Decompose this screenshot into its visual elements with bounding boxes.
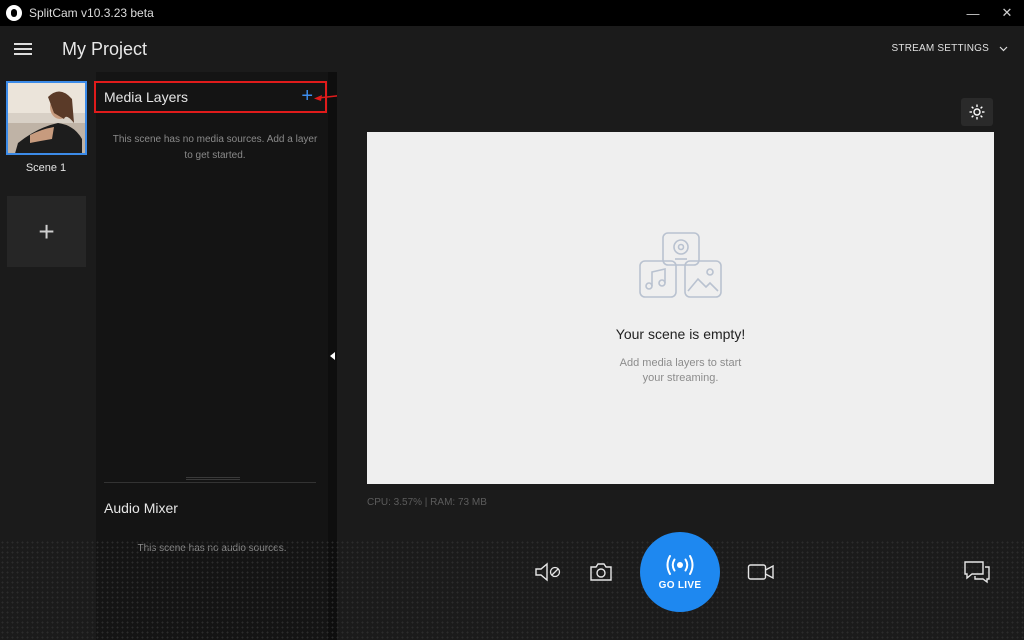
panel-divider: [104, 482, 316, 483]
layers-panel: Media Layers + This scene has no media s…: [94, 72, 328, 640]
window-titlebar: SplitCam v10.3.23 beta — ✕: [0, 0, 1024, 26]
window-title: SplitCam v10.3.23 beta: [29, 6, 154, 20]
go-live-button[interactable]: GO LIVE: [640, 532, 720, 612]
chat-button[interactable]: [962, 558, 992, 586]
splitcam-logo-icon: [6, 5, 22, 21]
audio-mixer-empty-text: This scene has no audio sources.: [137, 543, 287, 554]
menu-icon[interactable]: [14, 43, 32, 55]
scene-preview-image: [8, 83, 85, 153]
project-title: My Project: [62, 39, 148, 59]
brightness-icon: [969, 104, 985, 120]
screenshot-button[interactable]: [588, 559, 614, 585]
collapse-arrow-icon: [330, 352, 335, 360]
media-layers-header: Media Layers +: [94, 81, 327, 113]
scene-canvas[interactable]: Your scene is empty! Add media layers to…: [367, 132, 994, 484]
media-layers-title: Media Layers: [104, 89, 189, 105]
media-layers-empty-text: This scene has no media sources. Add a l…: [112, 134, 318, 161]
close-button[interactable]: ✕: [990, 0, 1024, 26]
record-button[interactable]: [746, 559, 776, 585]
speaker-mute-icon: [535, 562, 561, 582]
broadcast-icon: [666, 554, 694, 575]
scene-label: Scene 1: [25, 162, 67, 174]
chevron-down-icon: [999, 46, 1008, 51]
chat-icon: [964, 561, 990, 584]
stream-settings-label: STREAM SETTINGS: [891, 43, 989, 54]
camera-icon: [590, 563, 612, 581]
stream-settings-button[interactable]: STREAM SETTINGS: [892, 43, 1008, 54]
minimize-button[interactable]: —: [956, 0, 990, 26]
empty-scene-subtitle: Add media layers to start your streaming…: [367, 356, 994, 386]
theme-toggle-button[interactable]: [961, 98, 993, 126]
empty-scene-title: Your scene is empty!: [615, 326, 746, 342]
scenes-panel: Scene 1 +: [0, 72, 96, 640]
add-scene-button[interactable]: +: [7, 196, 86, 267]
media-placeholder-icon: [639, 232, 722, 298]
panel-resize-handle[interactable]: [186, 477, 240, 480]
scene-thumbnail[interactable]: [6, 81, 87, 155]
video-camera-icon: [747, 564, 774, 580]
empty-scene-subtitle-text: Add media layers to start your streaming…: [619, 357, 742, 384]
audio-mixer-title: Audio Mixer: [104, 500, 178, 516]
app-header: My Project STREAM SETTINGS: [0, 26, 1024, 72]
collapse-panel-strip[interactable]: [328, 72, 337, 640]
go-live-label: GO LIVE: [658, 579, 702, 591]
mute-audio-button[interactable]: [532, 559, 564, 585]
performance-stats: CPU: 3.57% | RAM: 73 MB: [367, 497, 487, 508]
